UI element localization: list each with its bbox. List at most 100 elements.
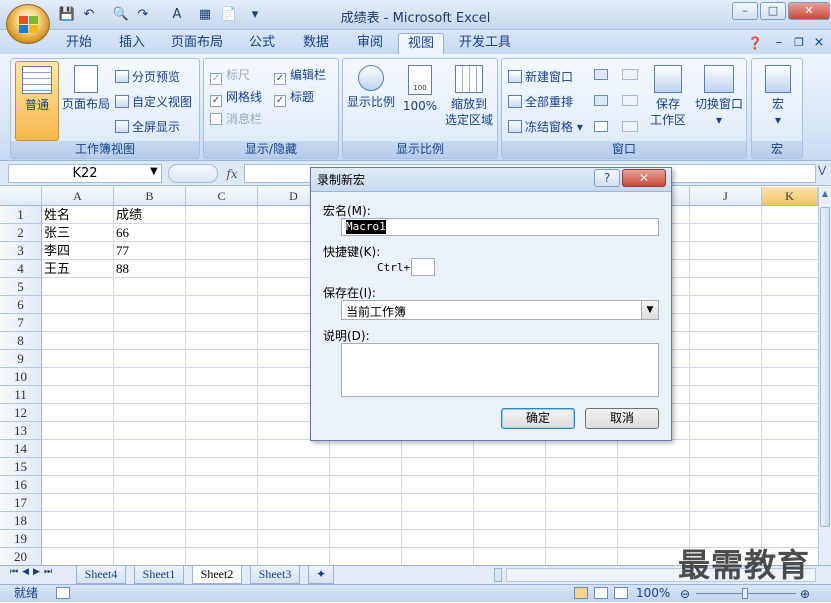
cell-b1[interactable]: 成绩 xyxy=(114,206,186,224)
zoom-slider-thumb[interactable] xyxy=(742,588,748,599)
row-header[interactable]: 15 xyxy=(0,458,42,476)
sheet-nav-icons[interactable]: ⏮◀▶⏭ xyxy=(10,567,56,577)
select-all-corner[interactable] xyxy=(0,187,42,206)
name-box[interactable]: K22 xyxy=(8,164,162,183)
view-side-by-side-icon[interactable] xyxy=(622,69,638,80)
row-header[interactable]: 9 xyxy=(0,350,42,368)
column-header-j[interactable]: J xyxy=(690,187,762,206)
cell-a2[interactable]: 张三 xyxy=(42,224,114,242)
sheet-tab-sheet4[interactable]: Sheet4 xyxy=(76,566,126,584)
new-window-button[interactable]: 新建窗口 xyxy=(508,67,573,87)
store-in-select[interactable]: 当前工作簿 ▼ xyxy=(341,300,659,320)
row-header[interactable]: 12 xyxy=(0,404,42,422)
column-header-c[interactable]: C xyxy=(186,187,258,206)
cell-b4[interactable]: 88 xyxy=(114,260,186,278)
row-header[interactable]: 4 xyxy=(0,260,42,278)
macro-record-icon[interactable] xyxy=(56,587,70,599)
vertical-scrollbar[interactable]: ▲ xyxy=(818,187,831,565)
page-break-preview-button[interactable]: 分页预览 xyxy=(115,67,180,87)
shortcut-key-input[interactable] xyxy=(411,258,435,276)
cell-b2[interactable]: 66 xyxy=(114,224,186,242)
row-header[interactable]: 11 xyxy=(0,386,42,404)
formula-bar-checkbox[interactable]: ✓ 编辑栏 xyxy=(274,65,326,85)
dialog-help-button[interactable]: ? xyxy=(594,169,620,187)
unhide-icon[interactable] xyxy=(594,121,608,132)
row-header[interactable]: 1 xyxy=(0,206,42,224)
row-header[interactable]: 18 xyxy=(0,512,42,530)
row-header[interactable]: 14 xyxy=(0,440,42,458)
normal-view-status-icon[interactable] xyxy=(574,587,588,599)
ribbon-close-icon[interactable]: × xyxy=(812,33,826,54)
row-header[interactable]: 17 xyxy=(0,494,42,512)
ruler-checkbox[interactable]: ✓ 标尺 xyxy=(210,65,250,85)
normal-view-button[interactable]: 普通 xyxy=(15,61,59,141)
ribbon-minimize-icon[interactable]: – xyxy=(772,33,786,54)
expand-formula-bar-icon[interactable]: ⋁ xyxy=(818,165,826,176)
arrange-all-button[interactable]: 全部重排 xyxy=(508,92,573,112)
custom-views-button[interactable]: 自定义视图 xyxy=(115,92,192,112)
dialog-close-icon[interactable]: ✕ xyxy=(622,169,666,187)
close-button[interactable]: ✕ xyxy=(788,2,830,20)
tab-developer[interactable]: 开发工具 xyxy=(454,33,516,54)
zoom-to-selection-button[interactable]: 缩放到 选定区域 xyxy=(441,65,497,128)
help-icon[interactable]: ❓ xyxy=(746,33,764,54)
tab-page-layout[interactable]: 页面布局 xyxy=(166,33,228,54)
row-header[interactable]: 20 xyxy=(0,548,42,566)
ok-button[interactable]: 确定 xyxy=(501,408,575,429)
minimize-button[interactable]: – xyxy=(732,2,758,20)
split-icon[interactable] xyxy=(594,69,608,80)
column-header-b[interactable]: B xyxy=(114,187,186,206)
cell-a4[interactable]: 王五 xyxy=(42,260,114,278)
tab-data[interactable]: 数据 xyxy=(294,33,338,54)
row-header[interactable]: 5 xyxy=(0,278,42,296)
tab-view[interactable]: 视图 xyxy=(398,33,444,54)
macros-button[interactable]: 宏 ▾ xyxy=(756,65,800,128)
page-layout-status-icon[interactable] xyxy=(594,587,608,599)
cell-b3[interactable]: 77 xyxy=(114,242,186,260)
zoom-level[interactable]: 100% xyxy=(636,585,670,602)
page-break-status-icon[interactable] xyxy=(614,587,628,599)
headings-checkbox[interactable]: ✓ 标题 xyxy=(274,87,314,107)
row-header[interactable]: 2 xyxy=(0,224,42,242)
zoom-button[interactable]: 显示比例 xyxy=(345,65,397,110)
insert-sheet-icon[interactable]: ✦ xyxy=(308,566,334,584)
sheet-tab-sheet2[interactable]: Sheet2 xyxy=(192,566,242,584)
maximize-button[interactable]: □ xyxy=(760,2,786,20)
save-workspace-button[interactable]: 保存 工作区 xyxy=(646,65,690,128)
macro-name-input[interactable]: Macro1 xyxy=(341,218,659,236)
ribbon-restore-icon[interactable]: ❐ xyxy=(792,33,806,54)
row-header[interactable]: 7 xyxy=(0,314,42,332)
zoom-in-icon[interactable]: ⊕ xyxy=(800,586,810,603)
sheet-tab-sheet1[interactable]: Sheet1 xyxy=(134,566,184,584)
tab-home[interactable]: 开始 xyxy=(58,33,100,54)
sheet-tab-sheet3[interactable]: Sheet3 xyxy=(250,566,300,584)
row-header[interactable]: 6 xyxy=(0,296,42,314)
page-layout-view-button[interactable]: 页面布局 xyxy=(61,65,111,112)
column-header-k[interactable]: K xyxy=(762,187,818,206)
tab-review[interactable]: 审阅 xyxy=(348,33,392,54)
gridlines-checkbox[interactable]: ✓ 网格线 xyxy=(210,87,262,107)
formula-bar-toggle[interactable] xyxy=(168,164,218,183)
cancel-button[interactable]: 取消 xyxy=(585,408,659,429)
sync-scroll-icon[interactable] xyxy=(622,95,638,106)
scroll-up-icon[interactable]: ▲ xyxy=(820,189,830,201)
row-header[interactable]: 8 xyxy=(0,332,42,350)
store-in-dropdown-icon[interactable]: ▼ xyxy=(641,301,658,319)
name-box-dropdown-icon[interactable]: ▼ xyxy=(150,166,158,177)
zoom-out-icon[interactable]: ⊖ xyxy=(680,586,690,603)
column-header-a[interactable]: A xyxy=(42,187,114,206)
cell-a3[interactable]: 李四 xyxy=(42,242,114,260)
tab-split-handle[interactable] xyxy=(494,568,502,582)
row-header[interactable]: 10 xyxy=(0,368,42,386)
freeze-panes-button[interactable]: 冻结窗格 ▾ xyxy=(508,117,583,137)
scroll-thumb[interactable] xyxy=(820,207,830,527)
switch-windows-button[interactable]: 切换窗口 ▾ xyxy=(692,65,746,128)
office-button[interactable] xyxy=(6,4,50,44)
cell-a1[interactable]: 姓名 xyxy=(42,206,114,224)
full-screen-button[interactable]: 全屏显示 xyxy=(115,117,180,137)
hide-icon[interactable] xyxy=(594,95,608,106)
row-header[interactable]: 19 xyxy=(0,530,42,548)
tab-formulas[interactable]: 公式 xyxy=(240,33,284,54)
zoom-100-button[interactable]: 100 100% xyxy=(399,65,441,114)
tab-insert[interactable]: 插入 xyxy=(110,33,154,54)
